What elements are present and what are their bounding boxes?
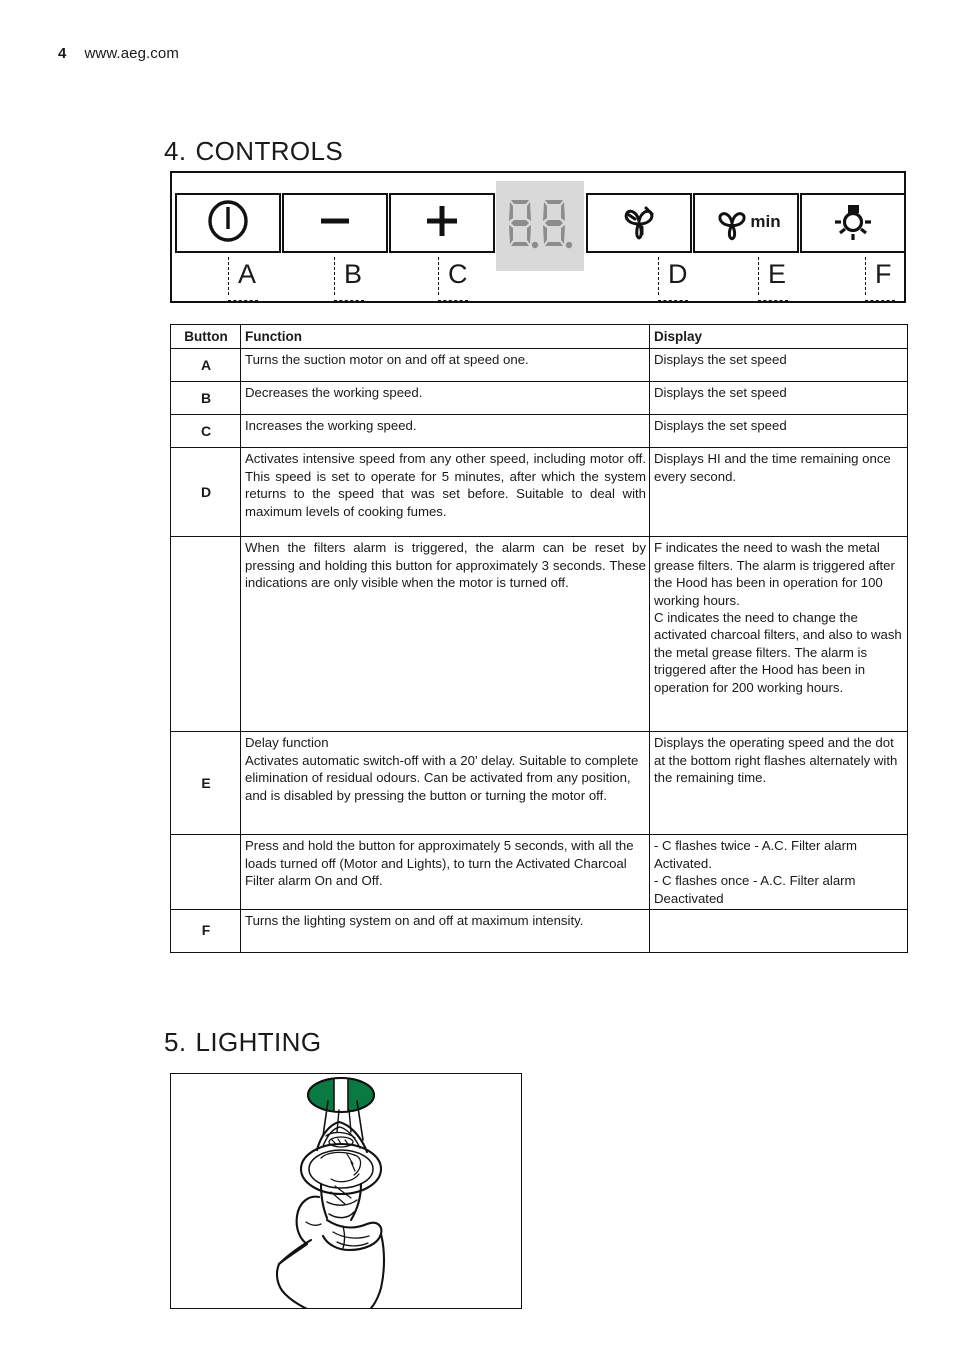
- row-display-c: Displays the set speed: [649, 414, 908, 449]
- panel-label-d-text: D: [668, 259, 688, 289]
- display-digits: [509, 200, 573, 249]
- leader-line-d: [658, 257, 659, 295]
- panel-label-c-text: C: [448, 259, 468, 289]
- panel-button-delay-timer[interactable]: min: [693, 193, 799, 253]
- leader-base-b: [334, 300, 364, 301]
- panel-label-b: B: [334, 257, 376, 301]
- panel-button-power[interactable]: [175, 193, 281, 253]
- table-row: Press and hold the button for approximat…: [170, 834, 908, 911]
- row-display-d: Displays HI and the time remaining once …: [649, 447, 908, 538]
- minus-icon: [312, 198, 358, 249]
- page-title-lighting: 5. LIGHTING: [164, 1027, 321, 1058]
- column-header-button: Button: [170, 323, 241, 350]
- hand-replacing-lamp-illustration: [275, 1077, 386, 1308]
- row-button-d: D: [170, 447, 241, 538]
- min-label: min: [750, 212, 781, 231]
- row-display-a: Displays the set speed: [649, 348, 908, 383]
- row-display-e: Displays the operating speed and the dot…: [649, 731, 908, 836]
- row-display-filter-alarm: F indicates the need to wash the metal g…: [649, 536, 908, 733]
- lamp-icon: [829, 197, 877, 250]
- table-row: F Turns the lighting system on and off a…: [170, 909, 908, 954]
- column-header-display: Display: [649, 323, 908, 350]
- row-function-charcoal-alarm: Press and hold the button for approximat…: [240, 834, 650, 911]
- leader-base-c: [438, 300, 468, 301]
- fan-intensive-icon: [615, 197, 663, 250]
- page-number: 4: [58, 45, 67, 62]
- controls-table: Button Function Display A Turns the suct…: [170, 323, 908, 954]
- row-button-e: E: [170, 731, 241, 836]
- column-header-function: Function: [240, 323, 650, 350]
- table-row: A Turns the suction motor on and off at …: [170, 348, 908, 383]
- row-button-a: A: [170, 348, 241, 383]
- row-function-a: Turns the suction motor on and off at sp…: [240, 348, 650, 383]
- plus-icon: [419, 198, 465, 249]
- panel-button-intensive-speed[interactable]: [586, 193, 692, 253]
- row-button-f: F: [170, 909, 241, 954]
- row-function-c: Increases the working speed.: [240, 414, 650, 449]
- table-row: E Delay function Activates automatic swit…: [170, 731, 908, 836]
- section-title-controls: CONTROLS: [195, 136, 344, 166]
- table-row: B Decreases the working speed. Displays …: [170, 381, 908, 416]
- site-url: www.aeg.com: [84, 45, 179, 62]
- row-button-b: B: [170, 381, 241, 416]
- panel-button-plus[interactable]: [389, 193, 495, 253]
- control-panel-diagram: min A B C D E F: [170, 171, 906, 303]
- leader-base-e: [758, 300, 788, 301]
- leader-line-a: [228, 257, 229, 295]
- panel-label-e-text: E: [768, 259, 787, 289]
- leader-line-f: [865, 257, 866, 295]
- leader-line-c: [438, 257, 439, 295]
- leader-base-a: [228, 300, 258, 301]
- page-title-controls: 4. CONTROLS: [164, 136, 343, 167]
- row-function-e: Delay function Activates automatic switch…: [240, 731, 650, 836]
- table-row: C Increases the working speed. Displays …: [170, 414, 908, 449]
- section-number-lighting: 5.: [164, 1027, 187, 1057]
- power-icon: [205, 198, 251, 249]
- panel-label-f: F: [865, 257, 907, 301]
- panel-label-d: D: [658, 257, 700, 301]
- section-number-controls: 4.: [164, 136, 187, 166]
- panel-button-light[interactable]: [800, 193, 906, 253]
- row-button-charcoal-alarm: [170, 834, 241, 911]
- row-function-d: Activates intensive speed from any other…: [240, 447, 650, 538]
- table-header-row: Button Function Display: [170, 323, 908, 350]
- panel-button-minus[interactable]: [282, 193, 388, 253]
- panel-label-c: C: [438, 257, 480, 301]
- control-panel-buttons: min A B C D E F: [172, 173, 907, 301]
- row-button-c: C: [170, 414, 241, 449]
- seven-segment-display: [496, 181, 584, 271]
- row-display-b: Displays the set speed: [649, 381, 908, 416]
- table-row: D Activates intensive speed from any oth…: [170, 447, 908, 538]
- section-title-lighting: LIGHTING: [195, 1027, 322, 1057]
- page-header: 4 www.aeg.com: [58, 45, 179, 62]
- row-display-charcoal-alarm: - C flashes twice - A.C. Filter alarm Ac…: [649, 834, 908, 911]
- leader-base-d: [658, 300, 688, 301]
- row-function-b: Decreases the working speed.: [240, 381, 650, 416]
- fan-timer-icon: [711, 200, 753, 246]
- panel-label-a: A: [228, 257, 270, 301]
- row-function-filter-alarm: When the filters alarm is triggered, the…: [240, 536, 650, 733]
- leader-line-b: [334, 257, 335, 295]
- row-function-f: Turns the lighting system on and off at …: [240, 909, 650, 954]
- panel-label-a-text: A: [238, 259, 257, 289]
- panel-label-f-text: F: [875, 259, 892, 289]
- leader-line-e: [758, 257, 759, 295]
- panel-label-b-text: B: [344, 259, 363, 289]
- leader-base-f: [865, 300, 895, 301]
- row-button-filter-alarm: [170, 536, 241, 733]
- row-display-f: [649, 909, 908, 954]
- lighting-figure: [170, 1073, 522, 1309]
- panel-label-e: E: [758, 257, 800, 301]
- table-row: When the filters alarm is triggered, the…: [170, 536, 908, 733]
